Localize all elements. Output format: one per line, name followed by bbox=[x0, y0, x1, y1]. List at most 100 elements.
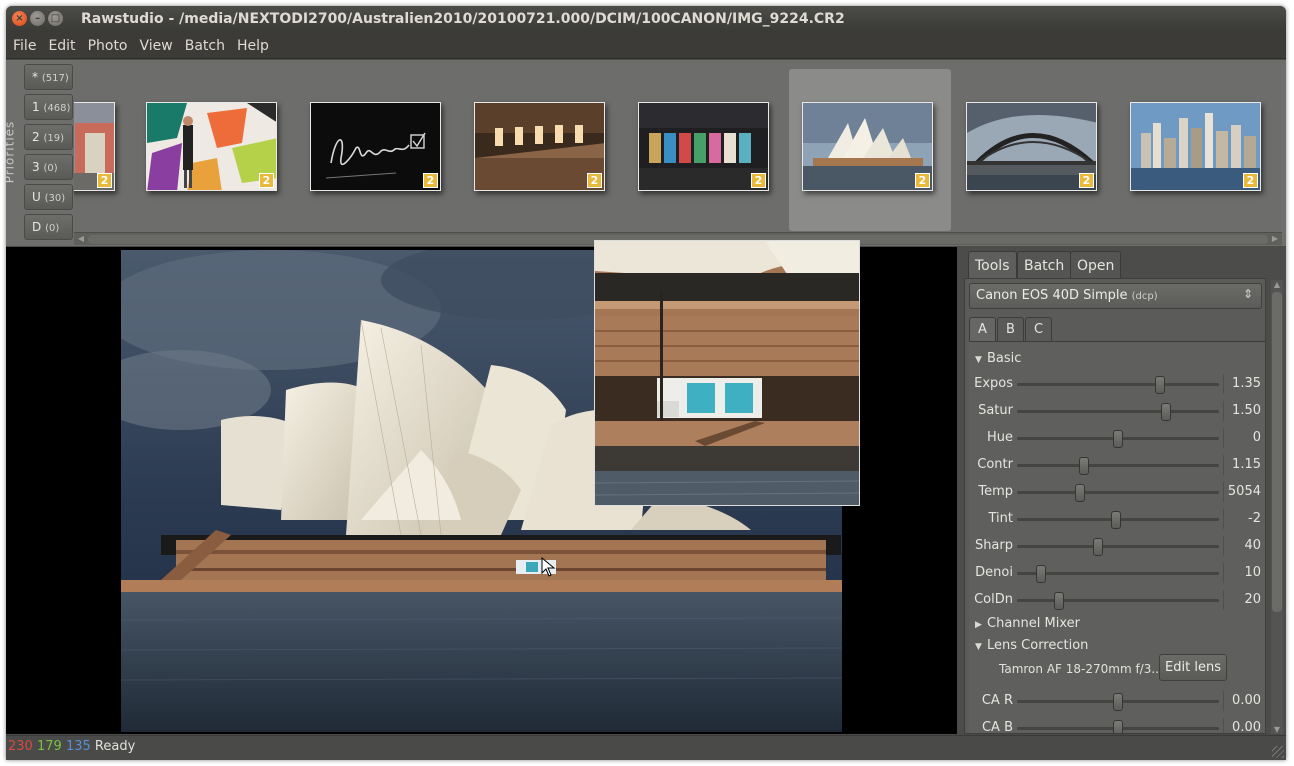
thumbnail-strip: Priorities * (517) 1 (468) 2 (19) 3 (0) … bbox=[6, 60, 1286, 246]
subtab-c[interactable]: C bbox=[1025, 317, 1052, 342]
resize-grip-icon[interactable] bbox=[1272, 746, 1284, 758]
slider-row-expos: Expos 1.35 bbox=[969, 374, 1265, 394]
slider-value[interactable]: 40 bbox=[1244, 538, 1261, 553]
slider-track[interactable] bbox=[1017, 376, 1219, 394]
thumbnail-sydney-opera-house[interactable]: 2 bbox=[802, 102, 933, 191]
menu-photo[interactable]: Photo bbox=[82, 32, 134, 59]
slider-label: Tint bbox=[988, 511, 1014, 526]
color-profile-select[interactable]: Canon EOS 40D Simple (dcp) ⇕ bbox=[969, 283, 1262, 309]
thumbnail-hallway-interior[interactable]: 2 bbox=[474, 102, 605, 191]
thumbnail-harbour-bridge[interactable]: 2 bbox=[966, 102, 1097, 191]
scroll-up-icon[interactable]: ▲ bbox=[1271, 280, 1283, 289]
slider-value[interactable]: 20 bbox=[1244, 592, 1261, 607]
priority-3-button[interactable]: 3 (0) bbox=[24, 154, 73, 180]
menu-file[interactable]: File bbox=[6, 32, 42, 59]
slider-row-hue: Hue 0 bbox=[969, 428, 1265, 448]
image-canvas[interactable] bbox=[6, 240, 957, 734]
thumbnail-image bbox=[967, 103, 1096, 190]
slider-knob[interactable] bbox=[1092, 538, 1103, 556]
slider-separator bbox=[1223, 718, 1224, 733]
close-window-button[interactable]: × bbox=[12, 11, 27, 26]
slider-value[interactable]: 5054 bbox=[1228, 484, 1261, 499]
priority-unprioritized-button[interactable]: U (30) bbox=[24, 184, 73, 210]
slider-knob[interactable] bbox=[1036, 565, 1047, 583]
priority-1-button[interactable]: 1 (468) bbox=[24, 94, 73, 120]
menu-batch[interactable]: Batch bbox=[179, 32, 231, 59]
slider-knob[interactable] bbox=[1078, 457, 1089, 475]
priorities-label: Priorities bbox=[6, 120, 17, 184]
priority-badge: 2 bbox=[259, 173, 274, 188]
collapsed-triangle-icon: ▶ bbox=[975, 620, 982, 630]
priority-deleted-button[interactable]: D (0) bbox=[24, 214, 73, 240]
slider-track[interactable] bbox=[1017, 403, 1219, 421]
minimize-window-button[interactable]: – bbox=[30, 11, 45, 26]
tools-tab-content: Canon EOS 40D Simple (dcp) ⇕ A B C ▼ Basi… bbox=[964, 278, 1266, 734]
section-lens-correction[interactable]: ▼ Lens Correction bbox=[975, 638, 1088, 653]
tab-batch[interactable]: Batch bbox=[1017, 251, 1072, 278]
slider-knob[interactable] bbox=[1110, 511, 1121, 529]
slider-value[interactable]: 0.00 bbox=[1232, 720, 1261, 733]
slider-knob[interactable] bbox=[1113, 693, 1123, 711]
slider-separator bbox=[1223, 482, 1224, 502]
slider-knob[interactable] bbox=[1054, 592, 1065, 610]
slider-value[interactable]: 1.35 bbox=[1232, 376, 1261, 391]
thumbnail-woman-colorful-wall[interactable]: 2 bbox=[146, 102, 277, 191]
slider-knob[interactable] bbox=[1155, 376, 1166, 394]
slider-knob[interactable] bbox=[1113, 430, 1123, 448]
section-channel-mixer[interactable]: ▶ Channel Mixer bbox=[975, 616, 1080, 631]
tab-tools[interactable]: Tools bbox=[968, 251, 1017, 278]
priority-2-button[interactable]: 2 (19) bbox=[24, 124, 73, 150]
slider-knob[interactable] bbox=[1113, 720, 1123, 733]
maximize-window-button[interactable]: □ bbox=[48, 11, 63, 26]
priority-badge: 2 bbox=[1079, 173, 1094, 188]
scrollbar-thumb[interactable] bbox=[1272, 292, 1282, 612]
menu-help[interactable]: Help bbox=[231, 32, 275, 59]
slider-track[interactable] bbox=[1017, 592, 1219, 610]
slider-value[interactable]: 0.00 bbox=[1232, 693, 1261, 708]
slider-track[interactable] bbox=[1017, 484, 1219, 502]
thumbnail-handwritten-signature[interactable]: 2 bbox=[310, 102, 441, 191]
select-arrows-icon: ⇕ bbox=[1242, 287, 1253, 301]
window-title: Rawstudio - /media/NEXTODI2700/Australie… bbox=[81, 11, 845, 27]
priority-label: 3 bbox=[32, 160, 40, 174]
menu-view[interactable]: View bbox=[134, 32, 179, 59]
thumbnail-image bbox=[147, 103, 276, 190]
scroll-right-icon[interactable]: ▶ bbox=[1269, 234, 1281, 244]
scroll-left-icon[interactable]: ◀ bbox=[75, 234, 87, 244]
slider-label: CA R bbox=[981, 693, 1013, 708]
edit-lens-button[interactable]: Edit lens bbox=[1159, 654, 1227, 681]
slider-value[interactable]: 1.15 bbox=[1232, 457, 1261, 472]
thumbnail-sydney-skyline[interactable]: 2 bbox=[1130, 102, 1261, 191]
slider-value[interactable]: -2 bbox=[1248, 511, 1261, 526]
thumbnail-exhibition-hall[interactable]: 2 bbox=[74, 102, 115, 191]
slider-label: Hue bbox=[986, 430, 1013, 445]
slider-value[interactable]: 10 bbox=[1244, 565, 1261, 580]
slider-value[interactable]: 1.50 bbox=[1232, 403, 1261, 418]
mouse-pointer-icon bbox=[541, 557, 556, 577]
pixel-blue-value: 135 bbox=[65, 739, 91, 754]
tab-open[interactable]: Open bbox=[1070, 251, 1122, 278]
priority-label: * bbox=[32, 70, 38, 84]
slider-track[interactable] bbox=[1017, 430, 1219, 448]
subtab-b[interactable]: B bbox=[997, 317, 1024, 342]
slider-track[interactable] bbox=[1017, 693, 1219, 711]
slider-track[interactable] bbox=[1017, 720, 1219, 733]
slider-knob[interactable] bbox=[1161, 403, 1172, 421]
priority-all-button[interactable]: * (517) bbox=[24, 64, 73, 90]
slider-track[interactable] bbox=[1017, 565, 1219, 583]
profile-name: Canon EOS 40D Simple bbox=[976, 288, 1128, 303]
thumbnail-image bbox=[639, 103, 768, 190]
slider-track[interactable] bbox=[1017, 538, 1219, 556]
pixel-red-value: 230 bbox=[8, 739, 33, 754]
section-basic[interactable]: ▼ Basic bbox=[975, 351, 1021, 366]
slider-separator bbox=[1223, 455, 1224, 475]
slider-track[interactable] bbox=[1017, 511, 1219, 529]
thumbnail-colorful-posters[interactable]: 2 bbox=[638, 102, 769, 191]
slider-value[interactable]: 0 bbox=[1253, 430, 1261, 445]
menu-edit[interactable]: Edit bbox=[42, 32, 81, 59]
subtab-a[interactable]: A bbox=[969, 317, 996, 342]
scroll-down-icon[interactable]: ▼ bbox=[1271, 725, 1283, 734]
slider-track[interactable] bbox=[1017, 457, 1219, 475]
slider-knob[interactable] bbox=[1074, 484, 1085, 502]
panel-scrollbar[interactable]: ▲ ▼ bbox=[1271, 280, 1283, 734]
